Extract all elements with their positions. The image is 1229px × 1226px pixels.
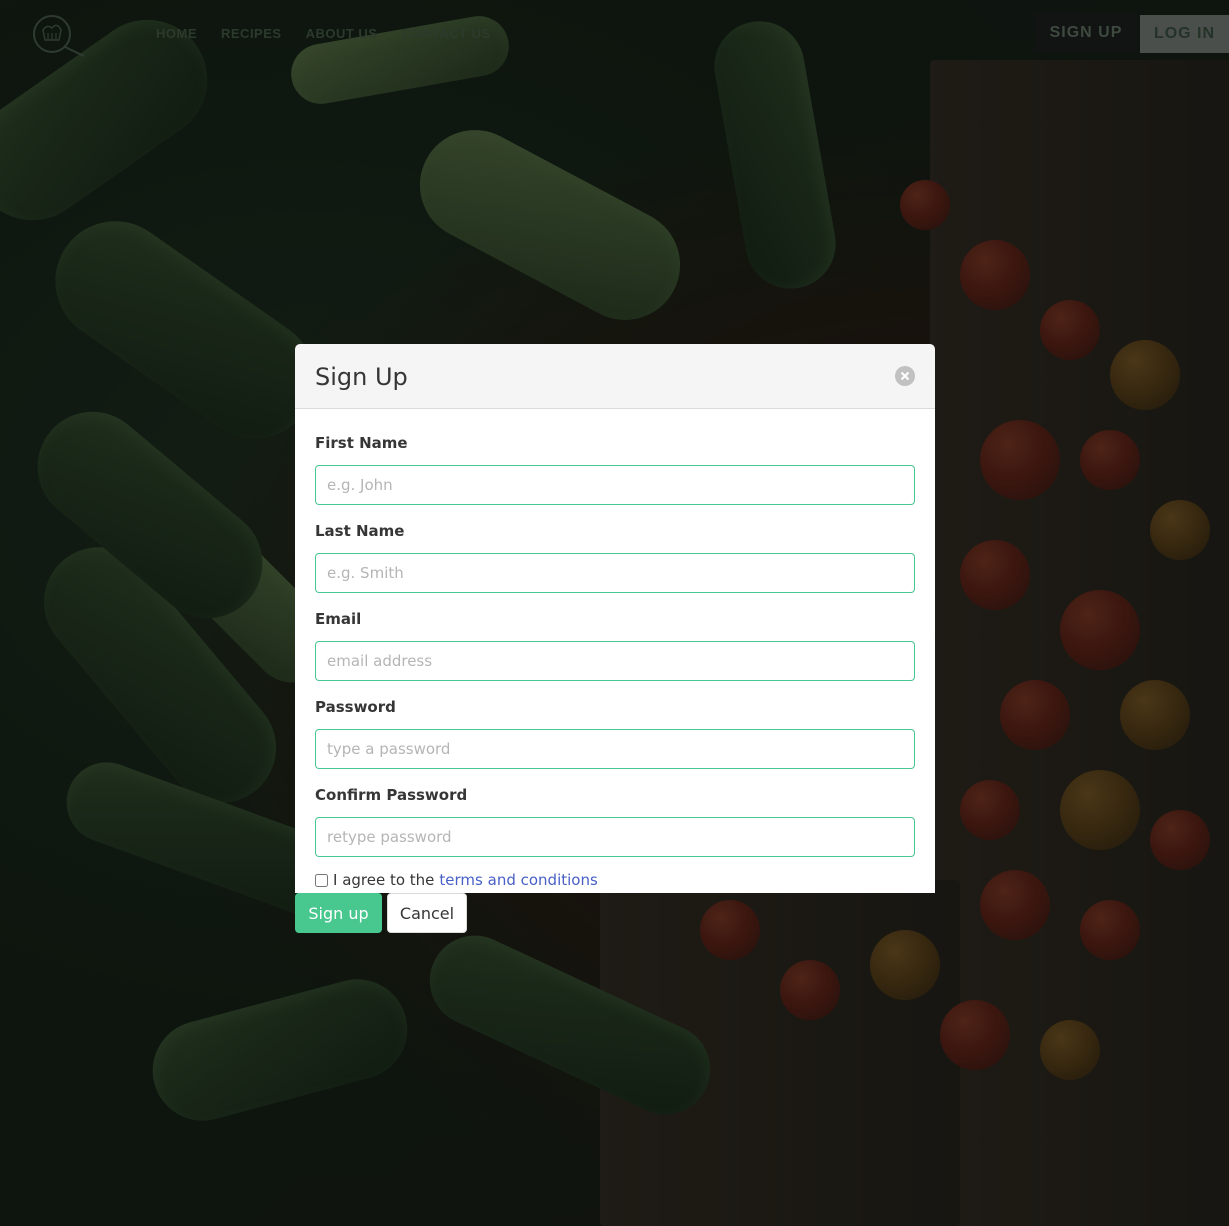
nav-link-contact-us[interactable]: CONTACT US: [401, 26, 490, 41]
signup-modal: Sign Up First Name Last Name Email Passw…: [295, 344, 935, 933]
nav-login-button[interactable]: LOG IN: [1140, 15, 1229, 53]
password-field: Password: [315, 697, 915, 769]
signup-submit-button[interactable]: Sign up: [295, 893, 382, 933]
first-name-label: First Name: [315, 434, 408, 452]
email-input[interactable]: [315, 641, 915, 681]
close-icon[interactable]: [895, 366, 915, 386]
modal-footer: Sign up Cancel: [295, 893, 935, 933]
confirm-password-field: Confirm Password: [315, 785, 915, 857]
last-name-input[interactable]: [315, 553, 915, 593]
terms-link[interactable]: terms and conditions: [439, 871, 597, 889]
nav-signup-button[interactable]: SIGN UP: [1034, 13, 1138, 53]
modal-body: First Name Last Name Email Password Conf…: [295, 409, 935, 893]
nav-link-about-us[interactable]: ABOUT US: [306, 26, 378, 41]
nav-links: HOME RECIPES ABOUT US CONTACT US: [156, 26, 491, 41]
email-label: Email: [315, 610, 362, 628]
chef-hat-logo-icon[interactable]: [30, 14, 86, 58]
agree-text: I agree to the: [333, 871, 435, 889]
modal-title: Sign Up: [315, 363, 408, 391]
top-navbar: HOME RECIPES ABOUT US CONTACT US SIGN UP…: [0, 0, 1229, 66]
last-name-field: Last Name: [315, 521, 915, 593]
confirm-password-input[interactable]: [315, 817, 915, 857]
modal-header: Sign Up: [295, 344, 935, 409]
email-field: Email: [315, 609, 915, 681]
terms-row: I agree to the terms and conditions: [315, 871, 915, 889]
password-label: Password: [315, 698, 396, 716]
first-name-input[interactable]: [315, 465, 915, 505]
terms-checkbox[interactable]: [315, 873, 328, 887]
nav-link-recipes[interactable]: RECIPES: [221, 26, 282, 41]
confirm-password-label: Confirm Password: [315, 786, 468, 804]
password-input[interactable]: [315, 729, 915, 769]
first-name-field: First Name: [315, 433, 915, 505]
cancel-button[interactable]: Cancel: [387, 893, 467, 933]
last-name-label: Last Name: [315, 522, 405, 540]
nav-link-home[interactable]: HOME: [156, 26, 197, 41]
